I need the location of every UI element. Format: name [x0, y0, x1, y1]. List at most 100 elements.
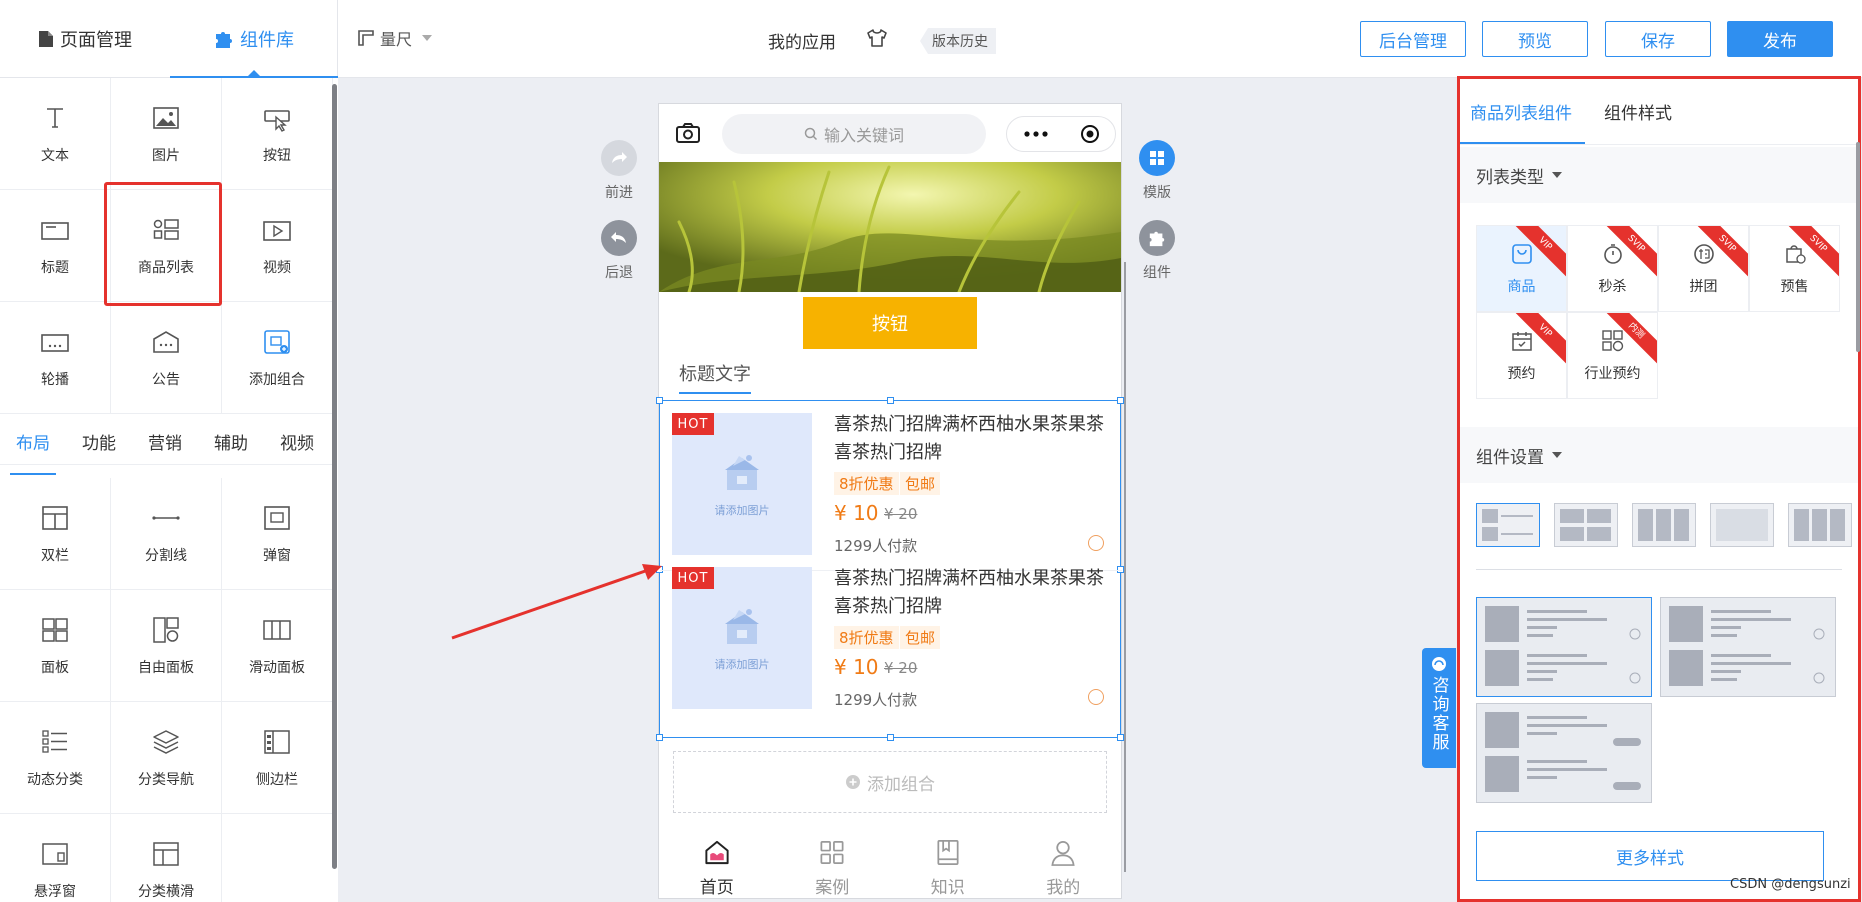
- tab-component-style[interactable]: 组件样式: [1604, 99, 1672, 124]
- tab-auxiliary[interactable]: 辅助: [214, 429, 248, 454]
- list-type-industry-reservation[interactable]: 内测 行业预约: [1567, 312, 1658, 399]
- list-type-reservation[interactable]: VIP 预约: [1476, 312, 1567, 399]
- component-label: 悬浮窗: [34, 883, 76, 900]
- component-dynamic-category[interactable]: 动态分类: [0, 702, 111, 814]
- component-category-scroll[interactable]: 分类横滑: [111, 814, 222, 902]
- layout-block: [1587, 526, 1611, 541]
- ruler-toggle[interactable]: 量尺: [358, 26, 433, 50]
- camera-icon[interactable]: [675, 122, 701, 144]
- component-settings-header[interactable]: 组件设置: [1460, 427, 1858, 483]
- component-label: 分类横滑: [138, 883, 194, 900]
- cart-icon[interactable]: [1088, 689, 1104, 705]
- title-text[interactable]: 标题文字: [679, 360, 751, 394]
- component-image[interactable]: 图片: [111, 78, 222, 190]
- component-text[interactable]: 文本: [0, 78, 111, 190]
- dynamic-category-icon: [42, 729, 67, 753]
- style-card-2[interactable]: [1660, 597, 1836, 697]
- publish-button[interactable]: 发布: [1727, 21, 1833, 57]
- tab-component-library[interactable]: 组件库: [170, 0, 338, 78]
- component-float-window[interactable]: 悬浮窗: [0, 814, 111, 902]
- admin-button[interactable]: 后台管理: [1360, 21, 1466, 57]
- right-panel-scrollbar[interactable]: [1856, 142, 1860, 352]
- component-popup[interactable]: 弹窗: [222, 478, 333, 590]
- component-slide-panel[interactable]: 滑动面板: [222, 590, 333, 702]
- list-type-header[interactable]: 列表类型: [1460, 147, 1858, 203]
- layout-option-three-column[interactable]: [1632, 503, 1696, 547]
- template-icon: [1139, 140, 1175, 176]
- list-type-product[interactable]: VIP 商品: [1476, 225, 1567, 312]
- paid-count: 1299人付款: [834, 537, 918, 555]
- tabbar-cases[interactable]: 案例: [775, 828, 891, 898]
- close-target-icon[interactable]: [1080, 124, 1100, 144]
- component-divider[interactable]: 分割线: [111, 478, 222, 590]
- component-notice[interactable]: 公告: [111, 302, 222, 414]
- add-group-button[interactable]: 添加组合: [673, 751, 1107, 813]
- component-category-nav[interactable]: 分类导航: [111, 702, 222, 814]
- ruler-icon: [358, 30, 374, 46]
- component-two-column[interactable]: 双栏: [0, 478, 111, 590]
- component-add-combo[interactable]: 添加组合: [222, 302, 333, 414]
- customer-service-tab[interactable]: 咨询客服: [1422, 648, 1456, 768]
- red-arrow-annotation: [451, 564, 662, 640]
- more-dots-icon[interactable]: [1023, 131, 1049, 137]
- sample-orange-button[interactable]: 按钮: [803, 297, 977, 349]
- tabbar-label: 我的: [1046, 878, 1081, 898]
- add-combo-icon: [264, 329, 290, 354]
- tab-marketing[interactable]: 营销: [148, 429, 182, 454]
- component-sidebar[interactable]: 侧边栏: [222, 702, 333, 814]
- style-card-1[interactable]: [1476, 597, 1652, 697]
- layout-option-grid[interactable]: [1554, 503, 1618, 547]
- tab-video[interactable]: 视频: [280, 429, 314, 454]
- tab-function[interactable]: 功能: [82, 429, 116, 454]
- product-item[interactable]: 请添加图片 HOT 喜茶热门招牌满杯西柚水果茶果茶喜茶热门招牌 8折优惠 包邮 …: [672, 401, 1112, 555]
- app-name: 我的应用: [768, 33, 836, 53]
- user-icon: [1051, 840, 1075, 866]
- banner-image[interactable]: [659, 162, 1121, 292]
- back-button[interactable]: 后退: [601, 220, 637, 282]
- tabbar-mine[interactable]: 我的: [1006, 828, 1122, 898]
- list-type-presale[interactable]: SVIP 预售: [1749, 225, 1840, 312]
- canvas-scrollbar[interactable]: [1124, 262, 1126, 872]
- component-button[interactable]: 组件: [1139, 220, 1175, 282]
- theme-shirt-icon[interactable]: [866, 27, 888, 49]
- tab-layout[interactable]: 布局: [16, 429, 50, 454]
- tabbar-knowledge[interactable]: 知识: [890, 828, 1006, 898]
- add-image-icon: [725, 455, 759, 490]
- layout-option-list[interactable]: [1476, 503, 1540, 547]
- resize-handle[interactable]: [1117, 397, 1124, 404]
- tabbar-label: 首页: [699, 878, 734, 898]
- save-button[interactable]: 保存: [1605, 21, 1711, 57]
- layout-block: [1812, 509, 1827, 541]
- left-panel-scrollbar[interactable]: [332, 84, 337, 869]
- more-styles-button[interactable]: 更多样式: [1476, 831, 1824, 881]
- cart-icon[interactable]: [1088, 535, 1104, 551]
- component-button[interactable]: 按钮: [222, 78, 333, 190]
- search-input[interactable]: 输入关键词: [722, 114, 986, 154]
- forward-button[interactable]: 前进: [601, 140, 637, 202]
- component-video[interactable]: 视频: [222, 190, 333, 302]
- resize-handle[interactable]: [1117, 734, 1124, 741]
- component-title[interactable]: 标题: [0, 190, 111, 302]
- component-panel[interactable]: 面板: [0, 590, 111, 702]
- resize-handle[interactable]: [656, 734, 663, 741]
- list-style-preview: [1669, 606, 1825, 686]
- list-type-group-buy[interactable]: SVIP 拼团: [1658, 225, 1749, 312]
- tab-product-list-component[interactable]: 商品列表组件: [1470, 99, 1572, 124]
- resize-handle[interactable]: [887, 734, 894, 741]
- layout-option-slide[interactable]: [1788, 503, 1852, 547]
- product-list-selection[interactable]: 请添加图片 HOT 喜茶热门招牌满杯西柚水果茶果茶喜茶热门招牌 8折优惠 包邮 …: [656, 397, 1124, 741]
- resize-handle[interactable]: [656, 397, 663, 404]
- component-label: 组件: [1143, 265, 1171, 281]
- tab-page-management[interactable]: 页面管理: [0, 0, 170, 78]
- style-card-3[interactable]: [1476, 703, 1652, 803]
- product-item[interactable]: 请添加图片 HOT 喜茶热门招牌满杯西柚水果茶果茶喜茶热门招牌 8折优惠 包邮 …: [672, 555, 1112, 709]
- tabbar-home[interactable]: 首页: [659, 828, 775, 898]
- list-type-flash-sale[interactable]: SVIP 秒杀: [1567, 225, 1658, 312]
- version-history-button[interactable]: 版本历史: [920, 28, 996, 54]
- component-free-panel[interactable]: 自由面板: [111, 590, 222, 702]
- product-old-price: ¥ 20: [884, 505, 918, 523]
- template-button[interactable]: 模版: [1139, 140, 1175, 202]
- component-carousel[interactable]: 轮播: [0, 302, 111, 414]
- preview-button[interactable]: 预览: [1482, 21, 1588, 57]
- layout-option-large[interactable]: [1710, 503, 1774, 547]
